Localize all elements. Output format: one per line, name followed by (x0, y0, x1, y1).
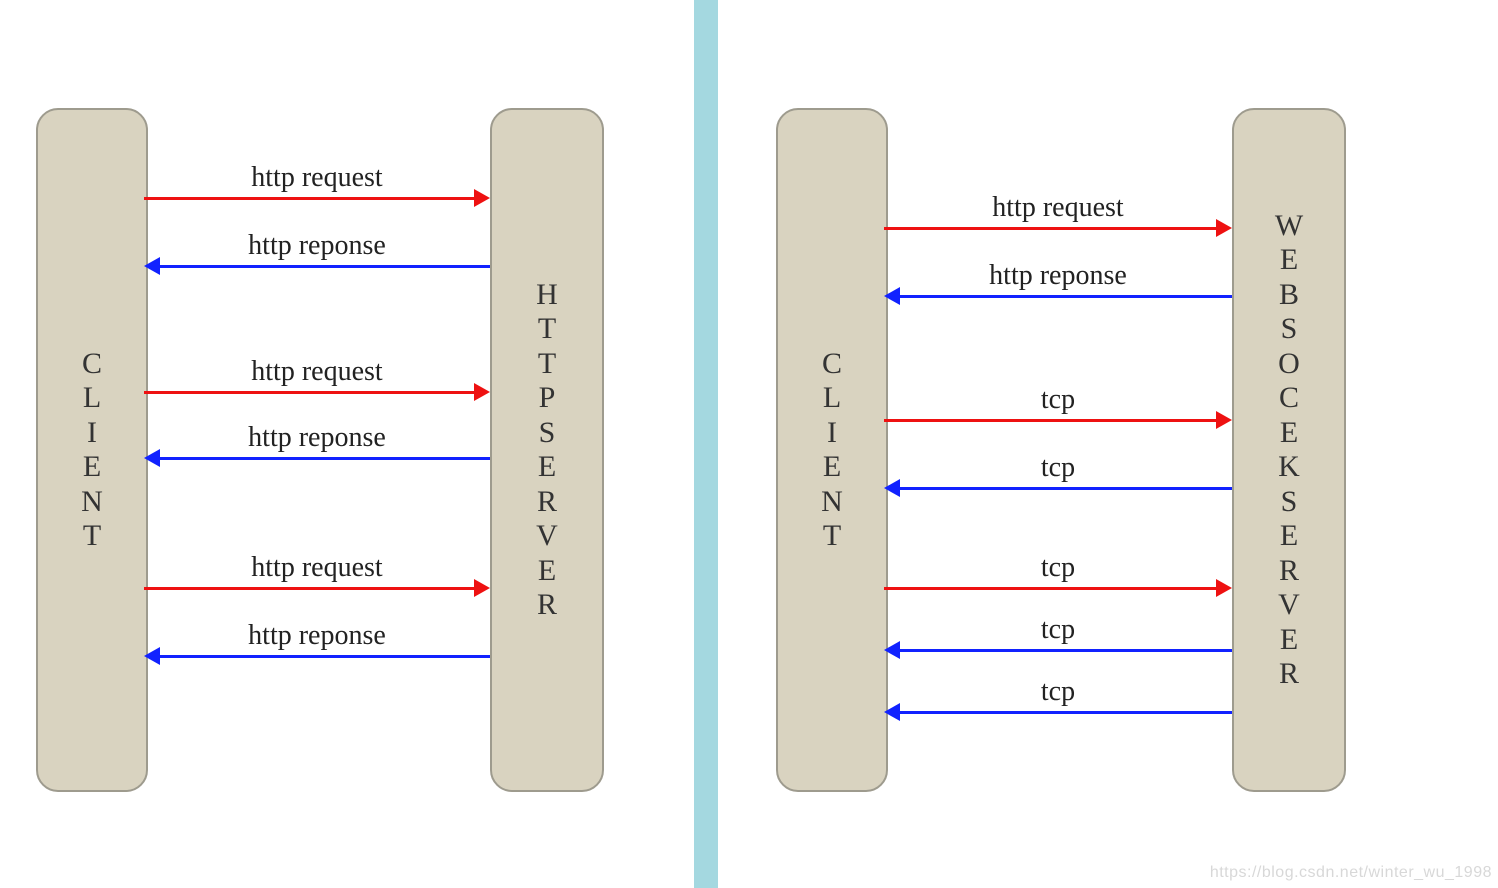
right-client-node: CLIENT (776, 108, 888, 792)
left-client-label: CLIENT (81, 347, 103, 554)
left-server-label: HTTPSERVER (536, 278, 558, 623)
right-arrow-line (900, 649, 1232, 652)
arrow-left-icon (884, 641, 900, 659)
arrow-right-icon (474, 383, 490, 401)
left-arrow-line (144, 197, 474, 200)
right-arrow-label: tcp (884, 676, 1232, 708)
arrow-left-icon (144, 647, 160, 665)
watermark-text: https://blog.csdn.net/winter_wu_1998 (1210, 864, 1492, 882)
arrow-right-icon (474, 579, 490, 597)
left-server-node: HTTPSERVER (490, 108, 604, 792)
arrow-right-icon (1216, 411, 1232, 429)
right-arrow-label: http reponse (884, 260, 1232, 292)
right-arrow-label: tcp (884, 614, 1232, 646)
left-client-node: CLIENT (36, 108, 148, 792)
left-arrow-line (144, 587, 474, 590)
arrow-left-icon (884, 703, 900, 721)
left-arrow-label: http reponse (144, 620, 490, 652)
arrow-right-icon (474, 189, 490, 207)
right-arrow-label: tcp (884, 384, 1232, 416)
left-arrow-label: http request (144, 356, 490, 388)
right-arrow-label: http request (884, 192, 1232, 224)
center-divider (694, 0, 718, 888)
arrow-right-icon (1216, 579, 1232, 597)
right-arrow-label: tcp (884, 552, 1232, 584)
left-arrow-label: http request (144, 552, 490, 584)
left-arrow-label: http reponse (144, 422, 490, 454)
left-arrow-line (160, 457, 490, 460)
right-arrow-line (884, 419, 1216, 422)
left-arrow-label: http request (144, 162, 490, 194)
right-server-node: WEBSOCEKSERVER (1232, 108, 1346, 792)
right-arrow-line (884, 227, 1216, 230)
left-arrow-line (144, 391, 474, 394)
right-arrow-line (900, 711, 1232, 714)
arrow-left-icon (884, 287, 900, 305)
right-client-label: CLIENT (821, 347, 843, 554)
left-arrow-label: http reponse (144, 230, 490, 262)
diagram-canvas: CLIENT HTTPSERVER CLIENT WEBSOCEKSERVER … (0, 0, 1498, 888)
right-server-label: WEBSOCEKSERVER (1275, 209, 1303, 692)
arrow-left-icon (884, 479, 900, 497)
arrow-left-icon (144, 257, 160, 275)
arrow-left-icon (144, 449, 160, 467)
right-arrow-line (884, 587, 1216, 590)
arrow-right-icon (1216, 219, 1232, 237)
right-arrow-line (900, 295, 1232, 298)
right-arrow-label: tcp (884, 452, 1232, 484)
left-arrow-line (160, 265, 490, 268)
left-arrow-line (160, 655, 490, 658)
right-arrow-line (900, 487, 1232, 490)
